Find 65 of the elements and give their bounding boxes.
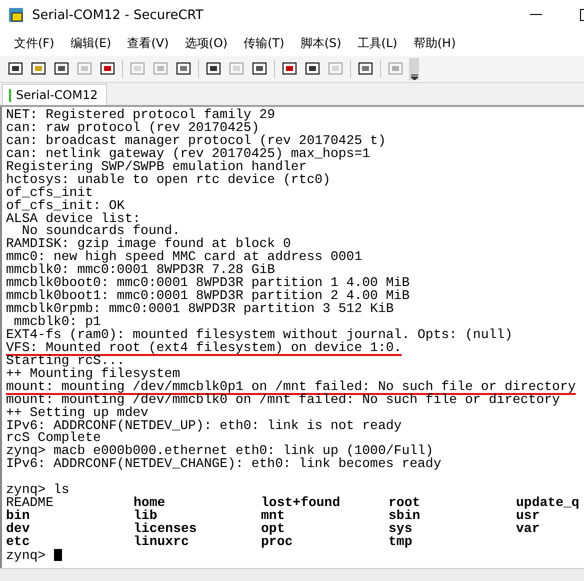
- terminal-line: mount: mounting /dev/mmcblk0 on /mnt failed: No such file or directory: [6, 392, 560, 407]
- file-name: opt: [261, 523, 286, 536]
- menu-item[interactable]: 文件(F): [6, 34, 62, 52]
- terminal-line: mmcblk0boot1: mmc0:0001 8WPD3R partition 2 4.00 MiB: [6, 288, 410, 304]
- file-name: proc: [261, 536, 294, 549]
- menu-item[interactable]: 编辑(E): [62, 34, 120, 52]
- terminal-line: of_cfs_init: [6, 184, 94, 200]
- file-name: mnt: [261, 510, 286, 523]
- file-name: update_q: [516, 497, 580, 510]
- terminal-line: RAMDISK: gzip image found at block 0: [6, 236, 291, 252]
- file-name: dev: [6, 523, 31, 536]
- terminal-line: mmcblk0: mmc0:0001 8WPD3R 7.28 GiB: [6, 262, 276, 278]
- terminal-line: mount: mounting /dev/mmcblk0p1 on /mnt failed: No such file or directory: [6, 378, 576, 394]
- terminal-line: ++ Setting up mdev: [6, 404, 148, 420]
- menu-item[interactable]: 传输(T): [236, 34, 292, 52]
- file-name: licenses: [134, 523, 198, 536]
- terminal-line: NET: Registered protocol family 29: [6, 107, 276, 122]
- cursor: [54, 548, 62, 561]
- session-tab[interactable]: Serial-COM12: [2, 84, 107, 105]
- terminal-line: ++ Mounting filesystem: [6, 366, 180, 381]
- terminal-line: No soundcards found.: [22, 223, 180, 238]
- window-title: Serial-COM12 - SecureCRT: [32, 8, 204, 22]
- file-name: var: [516, 523, 541, 536]
- menu-item[interactable]: 选项(O): [176, 34, 236, 52]
- menu-item[interactable]: 工具(L): [349, 34, 406, 52]
- overflow-button[interactable]: [409, 58, 419, 80]
- file-name: linuxrc: [134, 536, 190, 549]
- terminal-line: Starting rcS...: [6, 352, 125, 368]
- terminal-line: can: raw protocol (rev 20170425): [6, 120, 260, 135]
- terminal-line: hctosys: unable to open rtc device (rtc0): [6, 172, 330, 187]
- terminal-line: zynq> macb e000b000.ethernet eth0: link up (1000/Full): [6, 443, 434, 458]
- caret-icon: [410, 74, 418, 80]
- file-name: etc: [6, 536, 31, 549]
- file-name: tmp: [388, 536, 414, 549]
- terminal-line: VFS: Mounted root (ext4 filesystem) on device 1:0.: [6, 340, 402, 355]
- file-name: bin: [6, 510, 31, 523]
- menu-item[interactable]: 查看(V): [119, 34, 177, 52]
- terminal-line: zynq> ls: [6, 482, 70, 498]
- maximize-icon[interactable]: [580, 9, 584, 21]
- file-name: README: [6, 497, 54, 510]
- file-name: home: [134, 497, 166, 510]
- terminal-line: mmcblk0: p1: [14, 314, 101, 329]
- terminal-line: of_cfs_init: OK: [6, 198, 125, 213]
- app-icon: [8, 7, 24, 23]
- file-name: sys: [388, 523, 414, 536]
- terminal-line: mmc0: new high speed MMC card at address 0001: [6, 249, 362, 264]
- terminal-line: can: broadcast manager protocol (rev 20170425 t): [6, 132, 386, 148]
- file-name: sbin: [388, 510, 422, 523]
- terminal-line: Registering SWP/SWPB emulation handler: [6, 158, 307, 174]
- menu-item[interactable]: 帮助(H): [405, 34, 464, 52]
- terminal-line: mmcblk0rpmb: mmc0:0001 8WPD3R partition 3 512 KiB: [6, 301, 394, 316]
- terminal-prompt: zynq>: [6, 548, 46, 563]
- file-name: root: [388, 497, 422, 510]
- terminal-line: ALSA device list:: [6, 210, 141, 226]
- terminal-line: IPv6: ADDRCONF(NETDEV_UP): eth0: link is not ready: [6, 418, 402, 432]
- minimize-icon[interactable]: [530, 14, 542, 16]
- file-name: lost+found: [261, 497, 342, 510]
- terminal-line: can: netlink gateway (rev 20170425) max_hops=1: [6, 146, 370, 161]
- file-name: usr: [516, 510, 540, 523]
- terminal-line: rcS Complete: [6, 430, 101, 446]
- menu-item[interactable]: 脚本(S): [292, 34, 350, 52]
- terminal-line: IPv6: ADDRCONF(NETDEV_CHANGE): eth0: link becomes ready: [6, 456, 442, 472]
- terminal-line: EXT4-fs (ram0): mounted filesystem without journal. Opts: (null): [6, 326, 512, 342]
- file-name: lib: [134, 510, 158, 523]
- terminal-line: mmcblk0boot0: mmc0:0001 8WPD3R partition 1 4.00 MiB: [6, 275, 410, 290]
